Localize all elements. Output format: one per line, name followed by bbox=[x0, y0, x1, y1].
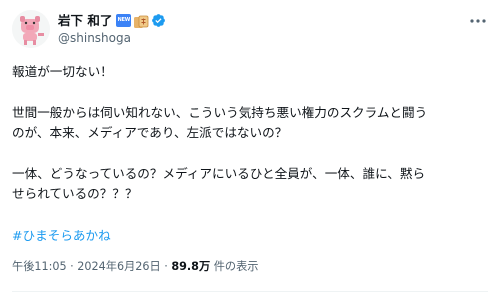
avatar[interactable] bbox=[12, 10, 50, 48]
meta-separator: · bbox=[160, 260, 172, 273]
display-name[interactable]: 岩下 和了 bbox=[58, 12, 112, 29]
view-count: 89.8万 bbox=[171, 260, 211, 273]
tweet-text-line: のが、本来、メディアであり、左派ではないの？ bbox=[12, 125, 288, 140]
tweet-text-line: 世間一般からは伺い知れない、こういう気持ち悪い権力のスクラムと闘う bbox=[12, 105, 428, 120]
meta-separator: · bbox=[66, 260, 78, 273]
view-count-label: 件の表示 bbox=[210, 260, 259, 273]
more-horizontal-icon bbox=[470, 19, 486, 23]
tweet-meta: 午後11:05 · 2024年6月26日 · 89.8万 件の表示 bbox=[12, 259, 258, 275]
mahjong-emoji-icon bbox=[133, 14, 149, 28]
verified-badge-icon[interactable] bbox=[151, 13, 166, 28]
tweet-date-link[interactable]: 2024年6月26日 bbox=[77, 260, 160, 273]
tweet-text-line: 一体、どうなっているの？メディアにいるひと全員が、一体、誰に、黙ら bbox=[12, 166, 426, 181]
user-handle[interactable]: @shinshoga bbox=[58, 30, 166, 46]
tweet-text-line: 報道が一切ない！ bbox=[12, 64, 113, 79]
tweet-card: 岩下 和了 NEW @shinshoga 報道が一切ない！ 世間一般からは伺い知… bbox=[0, 0, 500, 292]
display-name-row: 岩下 和了 NEW bbox=[58, 12, 166, 29]
avatar-image-icon bbox=[12, 10, 50, 48]
user-names: 岩下 和了 NEW @shinshoga bbox=[58, 12, 166, 46]
tweet-time-link[interactable]: 午後11:05 bbox=[12, 260, 67, 273]
more-options-button[interactable] bbox=[468, 14, 488, 28]
tweet-text-line: せられているの？？？ bbox=[12, 186, 138, 201]
tweet-header: 岩下 和了 NEW @shinshoga bbox=[12, 8, 488, 48]
hashtag-link[interactable]: #ひまそらあかね bbox=[12, 226, 111, 246]
new-emoji-icon: NEW bbox=[116, 14, 132, 27]
